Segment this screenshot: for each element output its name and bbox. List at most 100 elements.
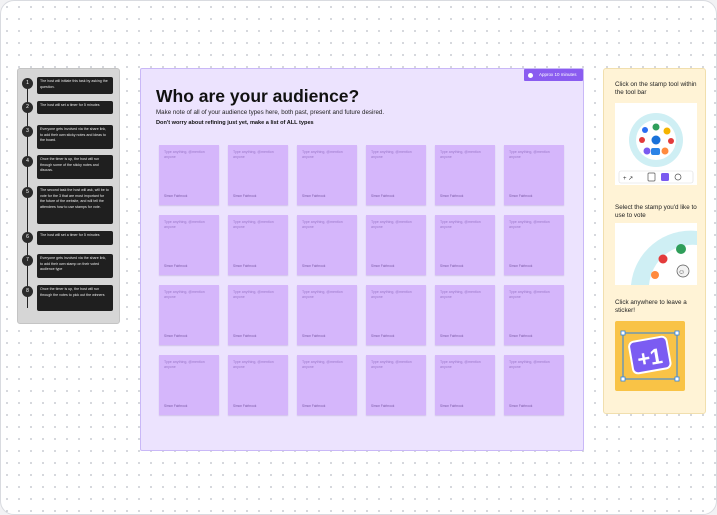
sticky-author: Simon Fairbrook [164,264,188,268]
stamp-picker-illustration: ☺ [615,223,697,285]
sticky-note[interactable]: Type anything, @mention anyone Simon Fair… [297,285,357,345]
help-panel: Click on the stamp tool within the tool … [603,68,706,414]
sticky-note[interactable]: Type anything, @mention anyone Simon Fair… [159,285,219,345]
sticky-author: Simon Fairbrook [440,194,464,198]
sticky-note[interactable]: Type anything, @mention anyone Simon Fair… [297,215,357,275]
sticky-author: Simon Fairbrook [371,194,395,198]
sticky-author: Simon Fairbrook [509,194,533,198]
timer-icon [528,72,533,78]
sticky-note[interactable]: Type anything, @mention anyone Simon Fair… [366,285,426,345]
sticky-note[interactable]: Type anything, @mention anyone Simon Fair… [297,145,357,205]
step-text[interactable]: Once the timer is up, the host will run … [37,155,113,179]
sticky-author: Simon Fairbrook [509,404,533,408]
sticky-placeholder[interactable]: Type anything, @mention anyone [371,150,421,160]
sticky-note[interactable]: Type anything, @mention anyone Simon Fair… [366,355,426,415]
sticky-placeholder[interactable]: Type anything, @mention anyone [509,360,559,370]
sticky-placeholder[interactable]: Type anything, @mention anyone [164,220,214,230]
sticky-author: Simon Fairbrook [233,194,257,198]
sticky-placeholder[interactable]: Type anything, @mention anyone [302,290,352,300]
sticky-note[interactable]: Type anything, @mention anyone Simon Fair… [504,215,564,275]
frame-subtitle: Make note of all of your audience types … [156,109,385,116]
sticky-placeholder[interactable]: Type anything, @mention anyone [371,290,421,300]
sticky-placeholder[interactable]: Type anything, @mention anyone [440,150,490,160]
sticky-note[interactable]: Type anything, @mention anyone Simon Fair… [504,355,564,415]
step-text[interactable]: The host will set a timer for 5 minutes [37,101,113,114]
sticky-note[interactable]: Type anything, @mention anyone Simon Fair… [159,145,219,205]
sticky-placeholder[interactable]: Type anything, @mention anyone [233,220,283,230]
sticky-note[interactable]: Type anything, @mention anyone Simon Fair… [435,355,495,415]
sticky-note[interactable]: Type anything, @mention anyone Simon Fair… [366,215,426,275]
frame-instruction: Don't worry about refining just yet, mak… [156,120,314,126]
timer-label: Approx 10 minutes [539,72,577,77]
step-text[interactable]: Everyone gets involved via the share lin… [37,254,113,278]
step-number: 7 [22,255,33,266]
sticky-placeholder[interactable]: Type anything, @mention anyone [440,290,490,300]
sticky-placeholder[interactable]: Type anything, @mention anyone [302,150,352,160]
step-text[interactable]: Everyone gets involved via the share lin… [37,125,113,149]
sticky-author: Simon Fairbrook [233,334,257,338]
audience-frame[interactable]: Approx 10 minutes Who are your audience?… [140,68,584,451]
sticky-placeholder[interactable]: Type anything, @mention anyone [233,150,283,160]
whiteboard-canvas[interactable]: 1 The host will initiate this task by ask… [0,0,717,515]
sticky-placeholder[interactable]: Type anything, @mention anyone [164,360,214,370]
sticky-note[interactable]: Type anything, @mention anyone Simon Fair… [504,145,564,205]
sticky-note[interactable]: Type anything, @mention anyone Simon Fair… [159,355,219,415]
sticky-placeholder[interactable]: Type anything, @mention anyone [164,150,214,160]
sticky-note[interactable]: Type anything, @mention anyone Simon Fair… [504,285,564,345]
sticky-author: Simon Fairbrook [302,194,326,198]
sticky-note[interactable]: Type anything, @mention anyone Simon Fair… [366,145,426,205]
svg-text:+ ↗: + ↗ [623,176,633,182]
sticky-placeholder[interactable]: Type anything, @mention anyone [233,290,283,300]
sticky-placeholder[interactable]: Type anything, @mention anyone [440,360,490,370]
sticky-note[interactable]: Type anything, @mention anyone Simon Fair… [159,215,219,275]
step-text[interactable]: The second task the host will ask, will … [37,186,113,224]
sticky-placeholder[interactable]: Type anything, @mention anyone [509,150,559,160]
step-number: 3 [22,126,33,137]
timer-badge[interactable]: Approx 10 minutes [524,69,583,81]
sticky-author: Simon Fairbrook [164,334,188,338]
sticky-author: Simon Fairbrook [233,404,257,408]
step-text[interactable]: The host will initiate this task by aski… [37,77,113,94]
sticky-placeholder[interactable]: Type anything, @mention anyone [302,220,352,230]
sticky-placeholder[interactable]: Type anything, @mention anyone [371,220,421,230]
sticky-author: Simon Fairbrook [233,264,257,268]
sticky-placeholder[interactable]: Type anything, @mention anyone [233,360,283,370]
sticky-note[interactable]: Type anything, @mention anyone Simon Fair… [228,215,288,275]
step-text[interactable]: The host will set a timer for 5 minutes [37,231,113,245]
step-text[interactable]: Once the timer is up, the host will run … [37,285,113,311]
help-step-1: Click on the stamp tool within the tool … [615,81,697,97]
plus-one-sticker-illustration: +1 [615,321,685,391]
step-number: 6 [22,232,33,243]
sticky-author: Simon Fairbrook [440,334,464,338]
step-number: 5 [22,187,33,198]
step-number: 8 [22,286,33,297]
sticky-placeholder[interactable]: Type anything, @mention anyone [440,220,490,230]
step-number: 1 [22,78,33,89]
step-number: 2 [22,102,33,113]
help-step-2: Select the stamp you'd like to use to vo… [615,204,697,220]
sticky-author: Simon Fairbrook [302,404,326,408]
sticky-author: Simon Fairbrook [509,334,533,338]
sticky-placeholder[interactable]: Type anything, @mention anyone [164,290,214,300]
sticky-placeholder[interactable]: Type anything, @mention anyone [371,360,421,370]
sticky-author: Simon Fairbrook [440,264,464,268]
sticky-note[interactable]: Type anything, @mention anyone Simon Fair… [228,145,288,205]
sticky-note[interactable]: Type anything, @mention anyone Simon Fair… [297,355,357,415]
sticky-note[interactable]: Type anything, @mention anyone Simon Fair… [435,285,495,345]
sticky-author: Simon Fairbrook [371,334,395,338]
step-number: 4 [22,156,33,167]
sticky-placeholder[interactable]: Type anything, @mention anyone [302,360,352,370]
sticky-note[interactable]: Type anything, @mention anyone Simon Fair… [435,215,495,275]
sticky-author: Simon Fairbrook [302,264,326,268]
frame-title: Who are your audience? [156,86,360,106]
sticky-placeholder[interactable]: Type anything, @mention anyone [509,220,559,230]
sticky-author: Simon Fairbrook [509,264,533,268]
sticky-note[interactable]: Type anything, @mention anyone Simon Fair… [228,355,288,415]
sticky-author: Simon Fairbrook [164,194,188,198]
svg-text:☺: ☺ [678,269,685,276]
steps-panel: 1 The host will initiate this task by ask… [17,68,120,324]
sticky-note[interactable]: Type anything, @mention anyone Simon Fair… [435,145,495,205]
sticky-note[interactable]: Type anything, @mention anyone Simon Fair… [228,285,288,345]
sticky-author: Simon Fairbrook [440,404,464,408]
sticky-placeholder[interactable]: Type anything, @mention anyone [509,290,559,300]
